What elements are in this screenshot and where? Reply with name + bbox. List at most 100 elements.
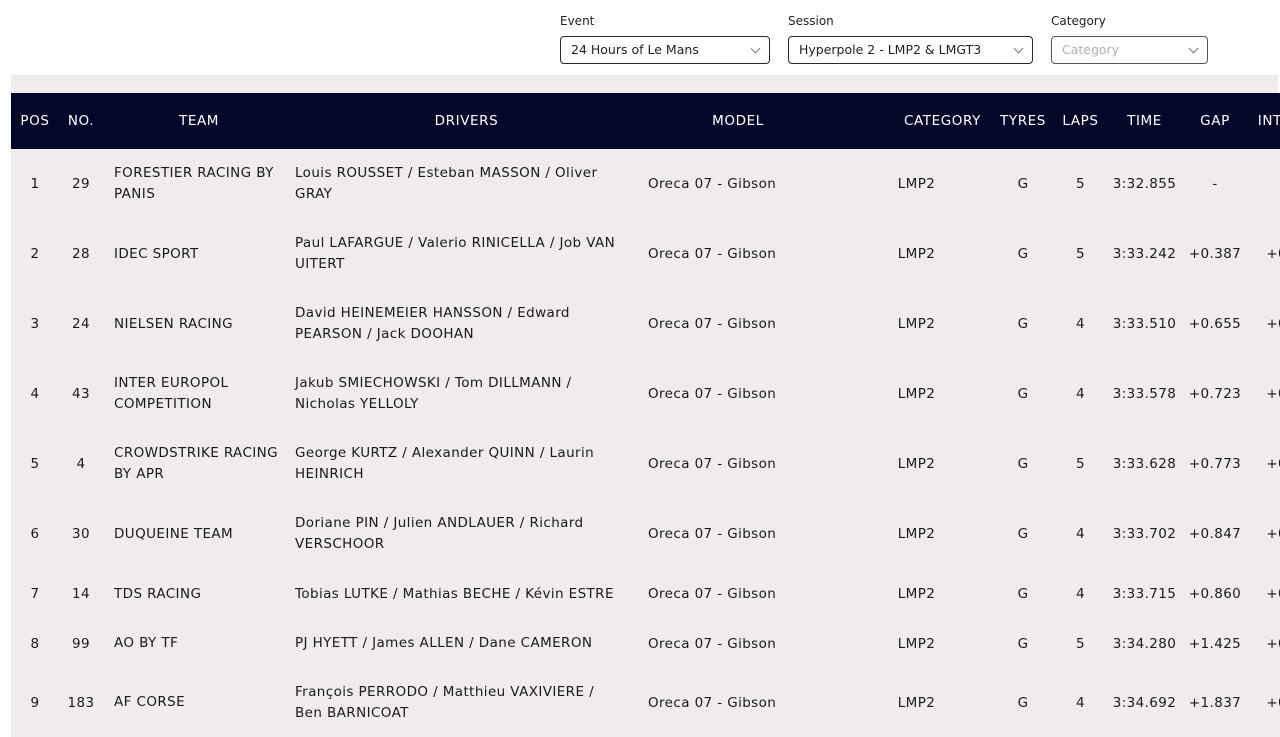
gap-cell: +1.425: [1188, 635, 1242, 652]
drivers-cell: David HEINEMEIER HANSSON / Edward PEARSO…: [295, 305, 570, 342]
header-no[interactable]: NO.: [59, 93, 103, 149]
pos-cell: 4: [30, 386, 40, 402]
laps-cell: 5: [1076, 246, 1085, 262]
table-row[interactable]: 3 24 NIELSEN RACING David HEINEMEIER HAN…: [11, 289, 1280, 359]
drivers-cell: Doriane PIN / Julien ANDLAUER / Richard …: [295, 515, 584, 552]
interval-cell: +0.268: [1266, 316, 1280, 332]
category-select[interactable]: Category: [1051, 36, 1208, 64]
drivers-cell: George KURTZ / Alexander QUINN / Laurin …: [295, 445, 595, 482]
header-time[interactable]: TIME: [1110, 93, 1179, 149]
gap-cell: +0.847: [1188, 526, 1242, 542]
gap-cell: +0.655: [1188, 316, 1242, 332]
tyres-cell: G: [1017, 386, 1029, 402]
pos-cell: 9: [30, 694, 40, 711]
laps-cell: 5: [1076, 176, 1085, 192]
pos-cell: 6: [30, 526, 40, 542]
time-cell: 3:33.715: [1112, 586, 1177, 602]
header-gap[interactable]: GAP: [1179, 93, 1251, 149]
time-cell: 3:33.578: [1112, 386, 1177, 402]
event-select[interactable]: 24 Hours of Le Mans: [560, 36, 770, 64]
team-cell: AF CORSE: [114, 694, 186, 710]
header-tyres[interactable]: TYRES: [995, 93, 1051, 149]
header-laps[interactable]: LAPS: [1051, 93, 1110, 149]
model-cell: Oreca 07 - Gibson: [648, 456, 777, 472]
session-select-value: Hyperpole 2 - LMP2 & LMGT3: [799, 42, 982, 57]
category-cell: LMP2: [897, 246, 936, 262]
car-number-cell: 28: [72, 246, 90, 262]
session-label: Session: [788, 14, 834, 28]
tyres-cell: G: [1017, 635, 1029, 652]
table-row[interactable]: 2 28 IDEC SPORT Paul LAFARGUE / Valerio …: [11, 219, 1280, 289]
interval-cell: +0.387: [1266, 246, 1280, 262]
laps-cell: 4: [1076, 694, 1085, 711]
interval-cell: -: [1251, 149, 1280, 219]
model-cell: Oreca 07 - Gibson: [648, 386, 777, 402]
pos-cell: 8: [30, 635, 40, 652]
table-row[interactable]: 8 99 AO BY TF PJ HYETT / James ALLEN / D…: [11, 619, 1280, 668]
gap-cell: +0.773: [1188, 456, 1242, 472]
table-top-strip: [11, 75, 1278, 93]
header-pos[interactable]: POS: [11, 93, 59, 149]
time-cell: 3:33.242: [1112, 246, 1177, 262]
header-category[interactable]: CATEGORY: [838, 93, 995, 149]
car-number-cell: 4: [76, 456, 86, 472]
header-model[interactable]: MODEL: [638, 93, 838, 149]
pos-cell: 1: [30, 176, 40, 192]
header-drivers[interactable]: DRIVERS: [295, 93, 638, 149]
model-cell: Oreca 07 - Gibson: [648, 316, 777, 332]
header-interval[interactable]: INTERVAL: [1251, 93, 1280, 149]
laps-cell: 4: [1076, 586, 1085, 602]
chevron-down-icon: [1013, 43, 1024, 54]
table-row[interactable]: 1 29 FORESTIER RACING BY PANIS Louis ROU…: [11, 149, 1280, 219]
car-number-cell: 183: [67, 694, 95, 711]
session-select[interactable]: Hyperpole 2 - LMP2 & LMGT3: [788, 36, 1033, 64]
interval-cell: +0.074: [1266, 526, 1280, 542]
table-row[interactable]: 4 43 INTER EUROPOL COMPETITION Jakub SMI…: [11, 359, 1280, 429]
pos-cell: 5: [30, 456, 40, 472]
car-number-cell: 43: [72, 386, 90, 402]
gap-cell: +0.387: [1188, 246, 1242, 262]
interval-cell: +0.013: [1266, 586, 1280, 602]
category-cell: LMP2: [897, 456, 936, 472]
model-cell: Oreca 07 - Gibson: [648, 526, 777, 542]
time-cell: 3:33.702: [1112, 526, 1177, 542]
table-row[interactable]: 6 30 DUQUEINE TEAM Doriane PIN / Julien …: [11, 499, 1280, 569]
team-cell: FORESTIER RACING BY PANIS: [114, 165, 274, 202]
laps-cell: 5: [1076, 456, 1085, 472]
table-row[interactable]: 9 183 AF CORSE François PERRODO / Matthi…: [11, 668, 1280, 737]
time-cell: 3:33.510: [1112, 316, 1177, 332]
pos-cell: 2: [30, 246, 40, 262]
team-cell: IDEC SPORT: [114, 245, 199, 262]
event-label: Event: [560, 14, 595, 28]
drivers-cell: PJ HYETT / James ALLEN / Dane CAMERON: [295, 635, 593, 651]
interval-cell: +0.565: [1266, 635, 1280, 652]
tyres-cell: G: [1017, 176, 1029, 192]
team-cell: AO BY TF: [114, 635, 179, 651]
category-cell: LMP2: [897, 694, 936, 711]
table-row[interactable]: 7 14 TDS RACING Tobias LUTKE / Mathias B…: [11, 569, 1280, 619]
category-cell: LMP2: [897, 635, 936, 652]
time-cell: 3:33.628: [1112, 456, 1177, 472]
team-cell: CROWDSTRIKE RACING BY APR: [114, 445, 279, 482]
category-label: Category: [1051, 14, 1106, 28]
interval-cell: +0.050: [1266, 456, 1280, 472]
drivers-cell: Jakub SMIECHOWSKI / Tom DILLMANN / Nicho…: [295, 375, 572, 412]
table-row[interactable]: 5 4 CROWDSTRIKE RACING BY APR George KUR…: [11, 429, 1280, 499]
tyres-cell: G: [1017, 586, 1029, 602]
tyres-cell: G: [1017, 694, 1029, 711]
category-cell: LMP2: [897, 526, 936, 542]
car-number-cell: 14: [72, 586, 90, 602]
category-cell: LMP2: [897, 586, 936, 602]
car-number-cell: 30: [72, 526, 90, 542]
gap-cell: +0.723: [1188, 386, 1242, 402]
header-team[interactable]: TEAM: [103, 93, 295, 149]
team-cell: INTER EUROPOL COMPETITION: [114, 375, 229, 412]
chevron-down-icon: [1188, 43, 1199, 54]
category-cell: LMP2: [897, 386, 936, 402]
category-filter: Category Category: [1051, 14, 1208, 64]
team-cell: DUQUEINE TEAM: [114, 525, 234, 542]
model-cell: Oreca 07 - Gibson: [648, 246, 777, 262]
drivers-cell: Louis ROUSSET / Esteban MASSON / Oliver …: [295, 165, 598, 202]
event-filter: Event 24 Hours of Le Mans: [560, 14, 770, 64]
category-cell: LMP2: [897, 176, 936, 192]
